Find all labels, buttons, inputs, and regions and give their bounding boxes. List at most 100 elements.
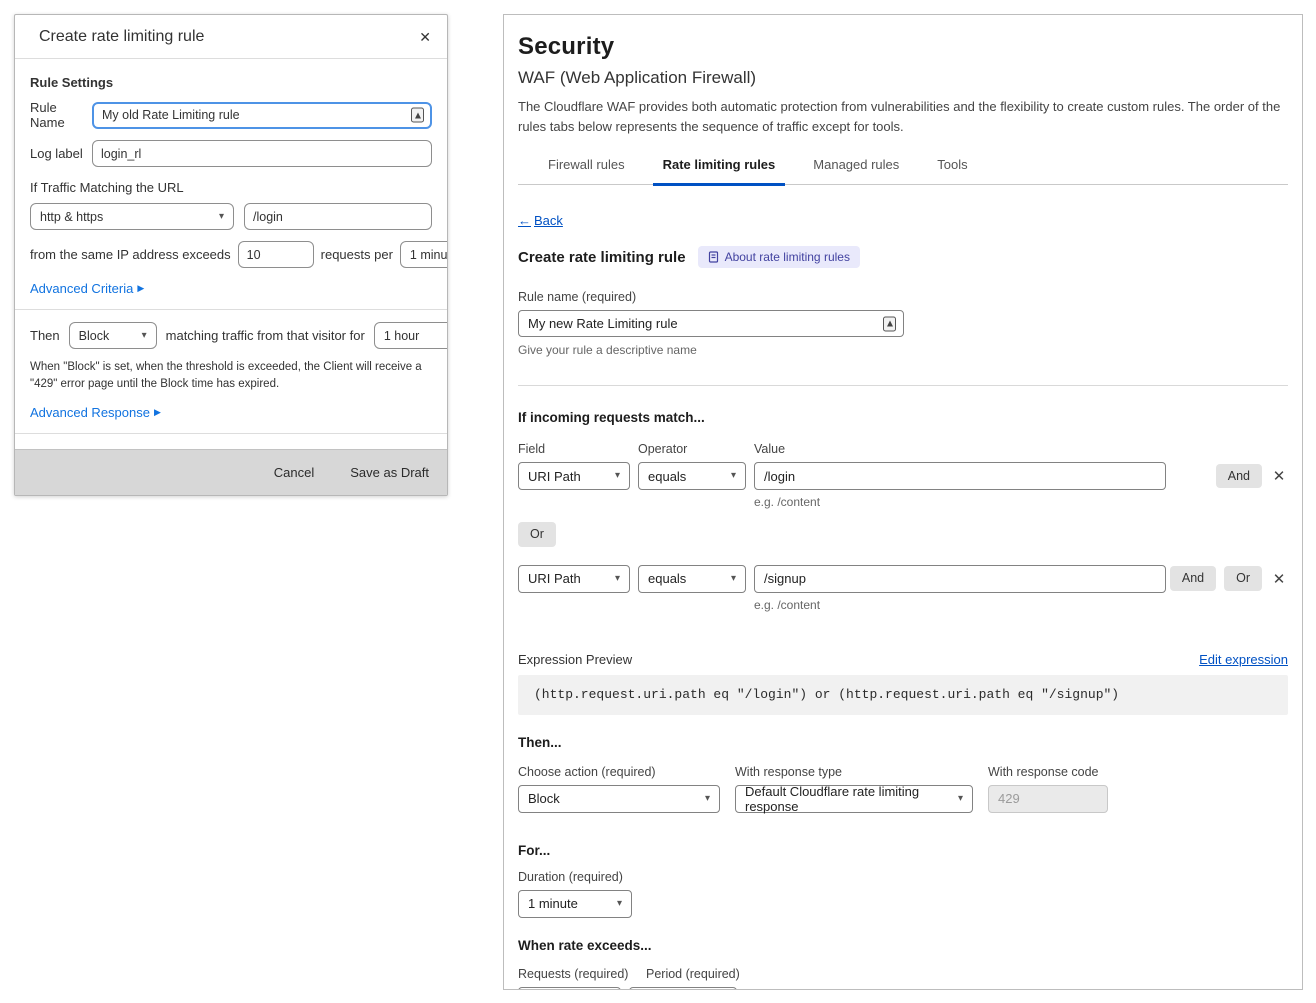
chevron-down-icon: ▾ xyxy=(615,574,620,584)
response-code-input xyxy=(988,785,1108,813)
requests-label: Requests (required) xyxy=(518,967,646,981)
close-icon[interactable]: ✕ xyxy=(419,30,431,44)
action-select-value: Block xyxy=(79,329,110,343)
tab-firewall-rules[interactable]: Firewall rules xyxy=(544,153,629,184)
autofill-icon[interactable] xyxy=(883,316,896,331)
duration-label: Duration (required) xyxy=(518,870,1288,884)
waf-security-panel: Security WAF (Web Application Firewall) … xyxy=(503,14,1303,990)
period-select[interactable]: 1 minute ▾ xyxy=(400,241,447,268)
value-hint: e.g. /content xyxy=(754,495,1288,509)
scheme-select-value: http & https xyxy=(40,210,103,224)
dialog-header: Create rate limiting rule ✕ xyxy=(15,15,447,59)
chevron-down-icon: ▾ xyxy=(731,574,736,584)
edit-expression-link[interactable]: Edit expression xyxy=(1199,652,1288,667)
then-suffix-text: matching traffic from that visitor for xyxy=(166,328,365,343)
back-link[interactable]: ← Back xyxy=(518,213,563,228)
then-heading: Then... xyxy=(518,735,1288,750)
value-column-label: Value xyxy=(754,442,785,456)
log-label-row: Log label xyxy=(30,140,432,167)
field-select[interactable]: URI Path ▾ xyxy=(518,462,630,490)
cancel-button[interactable]: Cancel xyxy=(274,465,314,480)
field-select[interactable]: URI Path ▾ xyxy=(518,565,630,593)
chevron-down-icon: ▾ xyxy=(705,794,710,804)
tab-tools[interactable]: Tools xyxy=(933,153,971,184)
then-label: Then xyxy=(30,328,60,343)
period-label: Period (required) xyxy=(646,967,740,981)
save-as-draft-button[interactable]: Save as Draft xyxy=(350,465,429,480)
scheme-select[interactable]: http & https ▾ xyxy=(30,203,234,230)
threshold-row: from the same IP address exceeds request… xyxy=(30,241,432,268)
legacy-rate-limit-dialog: Create rate limiting rule ✕ Rule Setting… xyxy=(14,14,448,496)
expression-preview-label: Expression Preview xyxy=(518,652,632,667)
value-input[interactable] xyxy=(754,462,1166,490)
tab-managed-rules[interactable]: Managed rules xyxy=(809,153,903,184)
advanced-response-link[interactable]: Advanced Response ▶ xyxy=(30,405,161,420)
period-select-value: 1 minute xyxy=(410,248,447,262)
requests-per-text: requests per xyxy=(321,247,393,262)
value-hint: e.g. /content xyxy=(754,598,1288,612)
rule-settings-heading: Rule Settings xyxy=(30,75,432,90)
block-note: When "Block" is set, when the threshold … xyxy=(30,359,432,392)
rule-name-input-wrap xyxy=(92,102,432,129)
requests-input[interactable] xyxy=(518,987,621,991)
rule-name-input[interactable] xyxy=(92,102,432,129)
value-input[interactable] xyxy=(754,565,1166,593)
page-subtitle: WAF (Web Application Firewall) xyxy=(518,68,1288,88)
rules-tabs: Firewall rules Rate limiting rules Manag… xyxy=(518,153,1288,185)
log-label-input[interactable] xyxy=(92,140,432,167)
url-input[interactable] xyxy=(244,203,432,230)
remove-row-icon[interactable]: ✕ xyxy=(1270,570,1288,588)
rate-period-select[interactable]: 1 minute ▾ xyxy=(629,987,737,991)
requests-input[interactable] xyxy=(238,241,314,268)
book-icon xyxy=(708,251,719,263)
block-duration-select[interactable]: 1 hour ▾ xyxy=(374,322,447,349)
autofill-icon[interactable] xyxy=(411,108,424,123)
expression-preview-code: (http.request.uri.path eq "/login") or (… xyxy=(518,675,1288,715)
operator-select[interactable]: equals ▾ xyxy=(638,565,746,593)
block-duration-value: 1 hour xyxy=(384,329,419,343)
rate-heading: When rate exceeds... xyxy=(518,938,1288,953)
or-button[interactable]: Or xyxy=(1224,566,1262,591)
match-row: URI Path ▾ equals ▾ And ✕ xyxy=(518,462,1288,490)
then-row: Then Block ▾ matching traffic from that … xyxy=(30,322,432,349)
about-rate-limiting-badge[interactable]: About rate limiting rules xyxy=(698,246,860,268)
action-select[interactable]: Block ▾ xyxy=(69,322,157,349)
match-heading: If incoming requests match... xyxy=(518,410,1288,425)
chevron-down-icon: ▾ xyxy=(615,471,620,481)
form-title-row: Create rate limiting rule About rate lim… xyxy=(518,246,1288,268)
advanced-criteria-link[interactable]: Advanced Criteria ▶ xyxy=(30,281,144,296)
url-match-row: http & https ▾ xyxy=(30,203,432,230)
log-label-label: Log label xyxy=(30,146,92,161)
back-arrow-icon: ← xyxy=(518,213,531,228)
for-heading: For... xyxy=(518,843,1288,858)
dialog-title: Create rate limiting rule xyxy=(39,28,204,46)
rule-name-input[interactable] xyxy=(518,310,904,337)
traffic-heading: If Traffic Matching the URL xyxy=(30,180,432,195)
match-column-labels: Field Operator Value xyxy=(518,442,1288,456)
operator-column-label: Operator xyxy=(638,442,746,456)
form-title: Create rate limiting rule xyxy=(518,249,686,266)
screenshot-canvas: Create rate limiting rule ✕ Rule Setting… xyxy=(0,0,1316,1003)
remove-row-icon[interactable]: ✕ xyxy=(1270,467,1288,485)
operator-select[interactable]: equals ▾ xyxy=(638,462,746,490)
chevron-down-icon: ▾ xyxy=(617,899,622,909)
chevron-down-icon: ▾ xyxy=(142,331,147,341)
page-title: Security xyxy=(518,33,1288,61)
response-type-select[interactable]: Default Cloudflare rate limiting respons… xyxy=(735,785,973,813)
tab-rate-limiting-rules[interactable]: Rate limiting rules xyxy=(659,153,780,184)
chevron-down-icon: ▾ xyxy=(731,471,736,481)
match-row: URI Path ▾ equals ▾ And Or ✕ xyxy=(518,565,1288,593)
rule-name-help: Give your rule a descriptive name xyxy=(518,343,1288,357)
chevron-down-icon: ▾ xyxy=(219,212,224,222)
or-connector-button[interactable]: Or xyxy=(518,522,556,547)
action-select[interactable]: Block ▾ xyxy=(518,785,720,813)
duration-select[interactable]: 1 minute ▾ xyxy=(518,890,632,918)
rule-name-row: Rule Name xyxy=(30,100,432,130)
rule-name-label: Rule Name xyxy=(30,100,92,130)
and-button[interactable]: And xyxy=(1170,566,1216,591)
chevron-down-icon: ▾ xyxy=(958,794,963,804)
response-code-label: With response code xyxy=(988,765,1098,779)
field-column-label: Field xyxy=(518,442,630,456)
chevron-right-icon: ▶ xyxy=(137,284,144,293)
and-button[interactable]: And xyxy=(1216,464,1262,489)
